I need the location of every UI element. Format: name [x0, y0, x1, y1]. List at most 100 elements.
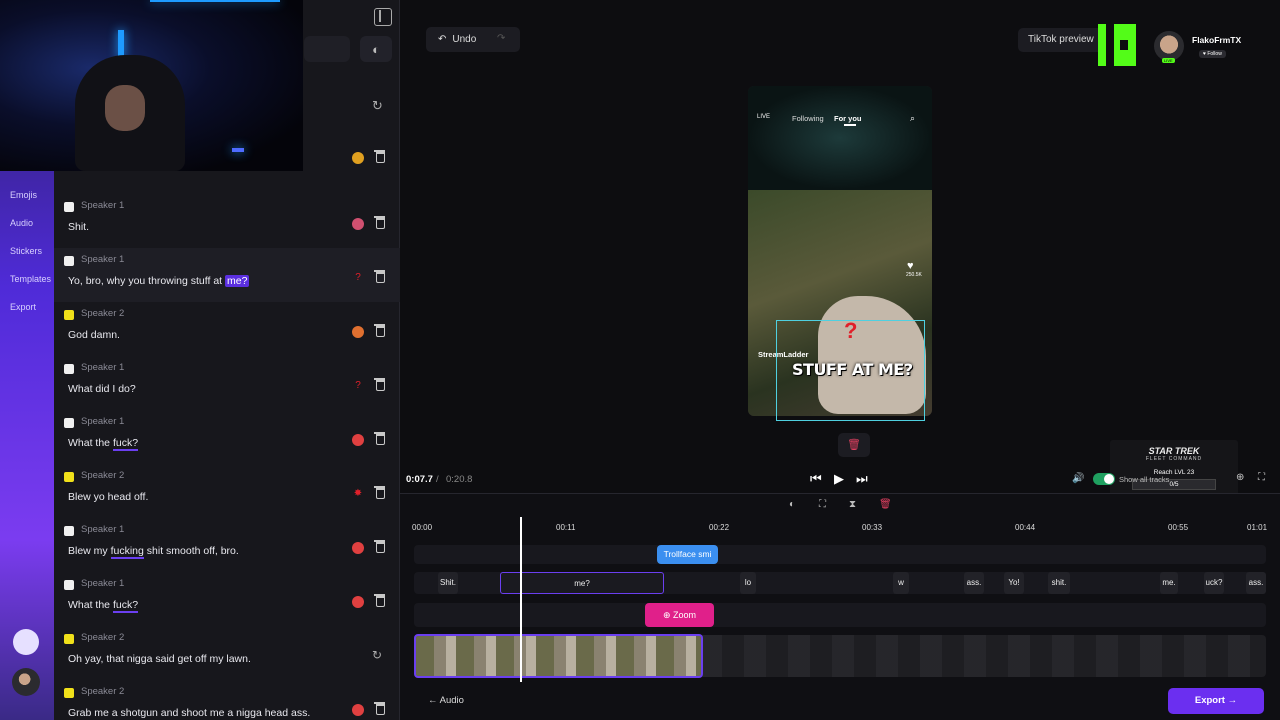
zoom-in-icon[interactable]: ⊕: [1236, 472, 1244, 483]
transcript-segment-active[interactable]: Speaker 1 Yo, bro, why you throwing stuf…: [54, 248, 400, 302]
caption-word[interactable]: uck?: [1204, 572, 1224, 594]
trash-icon[interactable]: [374, 270, 385, 283]
trash-icon[interactable]: [374, 324, 385, 337]
angry-emoji-icon[interactable]: [352, 326, 364, 338]
speaker-label[interactable]: Speaker 1: [81, 362, 124, 373]
caption-word[interactable]: Shit.: [438, 572, 458, 594]
skip-back-icon[interactable]: ⏮: [810, 471, 822, 487]
explosion-emoji-icon[interactable]: ✸: [352, 488, 364, 500]
caption-word[interactable]: me.: [1160, 572, 1178, 594]
segment-text[interactable]: What the fuck?: [68, 437, 139, 451]
playhead[interactable]: [520, 517, 522, 682]
palette-icon[interactable]: ◐: [789, 499, 795, 510]
undo-button[interactable]: ↶ Undo: [426, 27, 520, 52]
caption-word-selected[interactable]: me?: [500, 572, 664, 594]
app-root: Emojis Audio Stickers Templates Export ◐…: [0, 0, 1280, 720]
segment-text[interactable]: Blew yo head off.: [68, 491, 148, 503]
caption-word[interactable]: w: [893, 572, 909, 594]
transcript-segment[interactable]: Speaker 2 Blew yo head off. ✸: [54, 464, 400, 518]
caption-word[interactable]: lo: [740, 572, 756, 594]
volume-icon[interactable]: 🔊: [1072, 473, 1084, 484]
segment-text[interactable]: What did I do?: [68, 383, 136, 395]
sticker-track[interactable]: [414, 545, 1266, 564]
transcript-segment[interactable]: Speaker 2 God damn.: [54, 302, 400, 356]
skip-forward-icon[interactable]: ⏭: [856, 471, 868, 487]
angry-emoji-icon[interactable]: [352, 704, 364, 716]
video-clip-selected[interactable]: [414, 634, 703, 678]
transcript-segment[interactable]: Speaker 1 Blew my fucking shit smooth of…: [54, 518, 400, 572]
speaker-color-swatch[interactable]: [64, 526, 74, 536]
flagged-word[interactable]: fucking: [110, 545, 144, 559]
refresh-icon[interactable]: ↻: [372, 98, 383, 114]
collapse-panel-icon[interactable]: [374, 8, 392, 26]
caption-word[interactable]: shit.: [1048, 572, 1070, 594]
speaker-color-swatch[interactable]: [64, 418, 74, 428]
angry-emoji-icon[interactable]: [352, 542, 364, 554]
speaker-color-swatch[interactable]: [64, 364, 74, 374]
sticker-clip[interactable]: Trollface smi: [657, 545, 718, 564]
speaker-color-swatch[interactable]: [64, 580, 74, 590]
tiktok-preview-button[interactable]: TikTok preview: [1018, 28, 1108, 52]
angry-emoji-icon[interactable]: [352, 596, 364, 608]
segment-text[interactable]: Blew my fucking shit smooth off, bro.: [68, 545, 239, 559]
speaker-label[interactable]: Speaker 2: [81, 686, 124, 697]
trash-icon[interactable]: [374, 378, 385, 391]
angry-emoji-icon[interactable]: [352, 434, 364, 446]
show-all-tracks-toggle[interactable]: [1093, 473, 1115, 485]
palette-icon[interactable]: ◐: [360, 36, 392, 62]
trash-icon[interactable]: [374, 540, 385, 553]
segment-text[interactable]: What the fuck?: [68, 599, 139, 613]
speaker-label[interactable]: Speaker 2: [81, 470, 124, 481]
zoom-track[interactable]: [414, 603, 1266, 627]
segment-text[interactable]: God damn.: [68, 329, 120, 341]
poop-emoji-icon[interactable]: [352, 218, 364, 230]
speaker-color-swatch[interactable]: [64, 634, 74, 644]
caption-word[interactable]: ass.: [964, 572, 984, 594]
chat-support-button[interactable]: [13, 629, 39, 655]
fullscreen-icon[interactable]: ⛶: [1258, 472, 1265, 483]
transcript-search-input[interactable]: [304, 36, 350, 62]
trash-icon[interactable]: [374, 150, 385, 163]
highlighted-word[interactable]: me?: [225, 275, 250, 287]
transcript-segment[interactable]: Speaker 1 Shit.: [54, 194, 400, 248]
play-icon[interactable]: ▶: [834, 471, 844, 487]
question-emoji-icon[interactable]: ?: [352, 272, 364, 284]
refresh-icon[interactable]: ↻: [372, 648, 382, 662]
trash-icon[interactable]: [374, 216, 385, 229]
trash-icon[interactable]: [374, 432, 385, 445]
segment-text[interactable]: Oh yay, that nigga said get off my lawn.: [68, 653, 251, 665]
flagged-word[interactable]: fuck?: [112, 437, 139, 451]
trash-icon[interactable]: [374, 594, 385, 607]
speaker-color-swatch[interactable]: [64, 472, 74, 482]
audio-button[interactable]: ← Audio: [428, 695, 464, 706]
user-avatar[interactable]: [12, 668, 40, 696]
zoom-clip[interactable]: ⊕ Zoom: [645, 603, 714, 627]
delete-element-icon[interactable]: 🗑: [838, 433, 870, 457]
speaker-label[interactable]: Speaker 2: [81, 632, 124, 643]
flagged-word[interactable]: fuck?: [112, 599, 139, 613]
selection-box[interactable]: [776, 320, 925, 421]
speaker-label[interactable]: Speaker 1: [81, 416, 124, 427]
trash-icon[interactable]: [374, 486, 385, 499]
transcript-segment[interactable]: Speaker 1 What the fuck?: [54, 410, 400, 464]
transcript-segment[interactable]: Speaker 1 What the fuck?: [54, 572, 400, 626]
trash-icon[interactable]: 🗑: [879, 499, 892, 510]
redo-icon[interactable]: ↷: [497, 33, 505, 44]
preview-webcam-region[interactable]: [748, 86, 932, 190]
speaker-label[interactable]: Speaker 1: [81, 524, 124, 535]
transcript-segment[interactable]: Speaker 2 Oh yay, that nigga said get of…: [54, 626, 400, 680]
segment-text[interactable]: Grab me a shotgun and shoot me a nigga h…: [68, 707, 310, 719]
export-button[interactable]: Export →: [1168, 688, 1264, 714]
transcript-segment[interactable]: Speaker 2 Grab me a shotgun and shoot me…: [54, 680, 400, 720]
trash-icon[interactable]: [374, 702, 385, 715]
caption-word[interactable]: Yo!: [1004, 572, 1024, 594]
split-icon[interactable]: ⧗: [849, 499, 856, 510]
fit-icon[interactable]: ⛶: [819, 499, 826, 510]
caption-word[interactable]: ass.: [1246, 572, 1266, 594]
transcript-segment[interactable]: Speaker 1 What did I do? ?: [54, 356, 400, 410]
surprised-emoji-icon[interactable]: [352, 152, 364, 164]
question-emoji-icon[interactable]: ?: [352, 380, 364, 392]
speaker-label[interactable]: Speaker 1: [81, 578, 124, 589]
segment-text[interactable]: Yo, bro, why you throwing stuff at me?: [68, 275, 250, 287]
speaker-color-swatch[interactable]: [64, 688, 74, 698]
